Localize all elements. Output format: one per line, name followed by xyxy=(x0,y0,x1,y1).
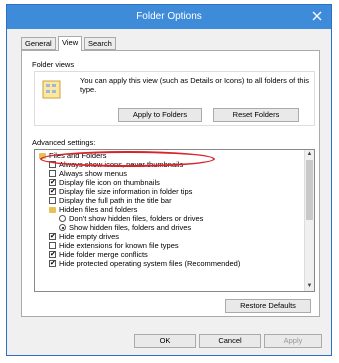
folder-options-dialog: Folder Options General View Search Folde… xyxy=(6,4,332,356)
restore-defaults-button[interactable]: Restore Defaults xyxy=(225,299,311,313)
advanced-settings-label: Advanced settings: xyxy=(32,138,96,147)
reset-folders-button[interactable]: Reset Folders xyxy=(213,108,299,122)
vertical-scrollbar[interactable]: ▲ ▼ xyxy=(304,150,314,291)
scroll-up-icon[interactable]: ▲ xyxy=(305,150,314,159)
list-item-label: Hide empty drives xyxy=(59,232,120,241)
scroll-down-icon[interactable]: ▼ xyxy=(305,282,314,291)
checkbox[interactable] xyxy=(49,197,56,204)
scrollbar-thumb[interactable] xyxy=(306,160,313,220)
advanced-settings-list: Files and Folders Always show icons, nev… xyxy=(34,149,315,292)
close-icon[interactable] xyxy=(311,10,323,22)
apply-to-folders-button[interactable]: Apply to Folders xyxy=(118,108,202,122)
folder-views-icon xyxy=(42,80,61,99)
list-item-label: Hide protected operating system files (R… xyxy=(59,259,241,268)
radio-button[interactable] xyxy=(59,224,66,231)
radio-button[interactable] xyxy=(59,215,66,222)
list-item-label: Display file icon on thumbnails xyxy=(59,178,160,187)
checkbox[interactable] xyxy=(49,170,56,177)
tab-search[interactable]: Search xyxy=(84,37,116,50)
checkbox[interactable] xyxy=(49,242,56,249)
list-item-label: Hidden files and folders xyxy=(59,205,138,214)
list-item-label: Display file size information in folder … xyxy=(59,187,193,196)
title-bar: Folder Options xyxy=(7,5,331,29)
tab-general[interactable]: General xyxy=(21,37,56,50)
folder-views-group: You can apply this view (such as Details… xyxy=(34,71,315,126)
apply-button[interactable]: Apply xyxy=(264,334,322,348)
list-item-label: Display the full path in the title bar xyxy=(59,196,172,205)
view-panel: Folder views You can apply this view (su… xyxy=(21,50,320,317)
window-title: Folder Options xyxy=(136,11,202,22)
tab-view[interactable]: View xyxy=(58,36,83,51)
checkbox[interactable] xyxy=(49,259,56,268)
checkbox[interactable] xyxy=(49,250,56,259)
folder-views-description: You can apply this view (such as Details… xyxy=(80,76,309,94)
folder-icon xyxy=(39,153,46,159)
checkbox[interactable] xyxy=(49,187,56,196)
list-item-label: Always show menus xyxy=(59,169,127,178)
list-item-label: Don't show hidden files, folders or driv… xyxy=(69,214,204,223)
cancel-button[interactable]: Cancel xyxy=(199,334,261,348)
folder-views-title: Folder views xyxy=(32,60,75,69)
folder-icon xyxy=(49,207,56,213)
ok-button[interactable]: OK xyxy=(134,334,196,348)
list-item-label: Always show icons, never thumbnails xyxy=(59,160,184,169)
checkbox[interactable] xyxy=(49,232,56,241)
list-item-label: Files and Folders xyxy=(49,151,107,160)
checkbox[interactable] xyxy=(49,178,56,187)
checkbox[interactable] xyxy=(49,161,56,168)
list-item-label: Hide folder merge conflicts xyxy=(59,250,148,259)
list-item-label: Show hidden files, folders and drives xyxy=(69,223,192,232)
list-item-label: Hide extensions for known file types xyxy=(59,241,179,250)
